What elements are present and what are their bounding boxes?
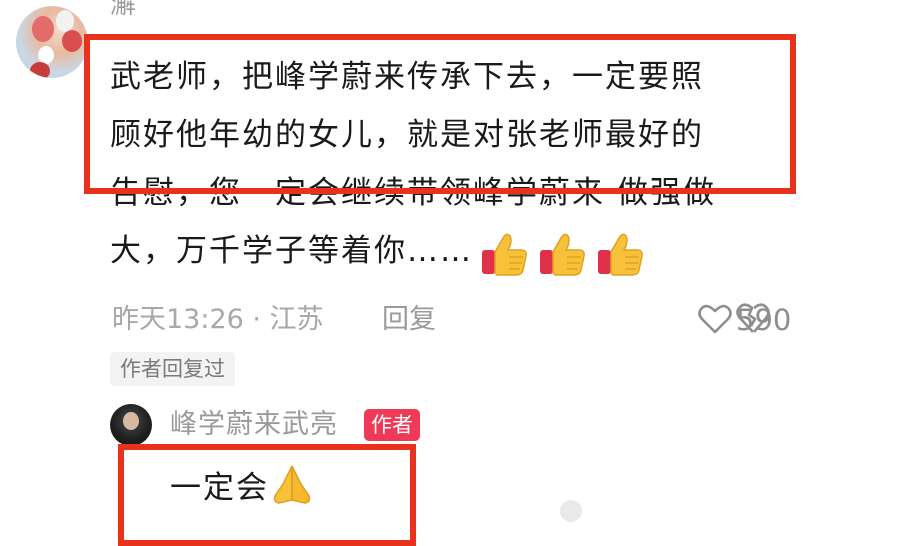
partial-emoji <box>560 500 582 522</box>
comment-username[interactable]: 澥 <box>110 0 136 22</box>
reply-button[interactable]: 回复 <box>382 300 436 340</box>
comment-line-text: 大，万千学子等着你…… <box>110 233 473 269</box>
comment-meta-row: 昨天13:26 · 江苏 回复 590 <box>112 300 792 340</box>
avatar[interactable] <box>16 6 88 78</box>
thumbs-up-emoji-group <box>479 224 653 282</box>
reply-username[interactable]: 峰学蔚来武亮 <box>170 404 338 446</box>
heart-icon <box>698 304 732 334</box>
thumbs-up-icon <box>540 233 585 276</box>
comment-line: 大，万千学子等着你…… <box>110 222 790 280</box>
author-badge: 作者 <box>364 409 420 441</box>
comment-timestamp: 昨天13:26 · 江苏 <box>112 304 324 335</box>
thumbs-up-icon <box>598 233 643 276</box>
reply-avatar[interactable] <box>110 404 152 446</box>
highlight-box <box>118 444 416 546</box>
highlight-box <box>84 34 796 194</box>
thumbs-up-icon <box>482 233 527 276</box>
author-replied-tag: 作者回复过 <box>110 352 235 386</box>
broken-heart-icon[interactable] <box>736 302 770 334</box>
